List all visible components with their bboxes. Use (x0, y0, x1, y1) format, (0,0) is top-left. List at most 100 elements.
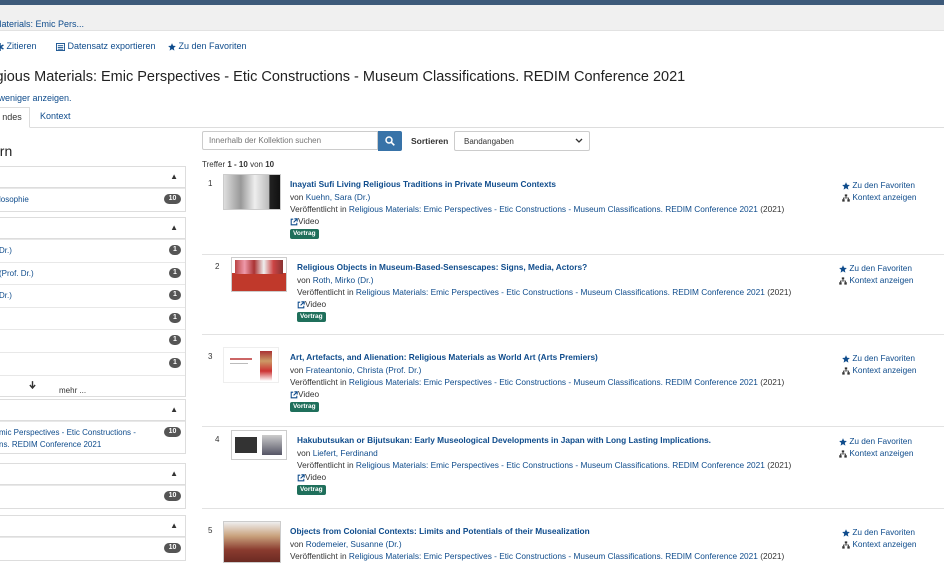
facet-item[interactable]: 1 (0, 351, 185, 375)
facet-item[interactable]: 1 (0, 306, 185, 330)
source-link[interactable]: Religious Materials: Emic Perspectives -… (349, 377, 758, 387)
page-title: ligious Materials: Emic Perspectives - E… (0, 69, 686, 85)
author-link[interactable]: Roth, Mirko (Dr.) (313, 275, 374, 285)
facet-header[interactable]: ▲ (0, 218, 185, 239)
format-tag: Vortrag (297, 312, 326, 322)
breadcrumb[interactable]: Materials: Emic Pers... (0, 19, 84, 29)
video-link[interactable]: Video (290, 389, 319, 399)
tab-kontext[interactable]: Kontext (40, 107, 71, 126)
format-tag: Vortrag (297, 485, 326, 495)
result-thumbnail[interactable] (231, 257, 287, 292)
cite-button[interactable]: Zitieren (0, 41, 37, 51)
favorite-link[interactable]: Zu den Favoriten (842, 526, 916, 538)
export-button[interactable]: Datensatz exportieren (56, 41, 156, 51)
facet-item[interactable]: 10 (0, 537, 185, 560)
search-button[interactable] (378, 131, 402, 151)
format-tag: Vortrag (290, 229, 319, 239)
facet-item[interactable]: losophie 10 (0, 188, 185, 211)
favorite-link[interactable]: Zu den Favoriten (842, 179, 916, 191)
context-link[interactable]: Kontext anzeigen (842, 191, 916, 203)
source-link[interactable]: Religious Materials: Emic Perspectives -… (356, 287, 765, 297)
format-tag: Vortrag (290, 402, 319, 412)
result-actions: Zu den Favoriten Kontext anzeigen (842, 352, 916, 376)
star-icon (842, 529, 850, 537)
result-number: 1 (208, 179, 213, 188)
external-link-icon (297, 474, 305, 482)
author-link[interactable]: Kuehn, Sara (Dr.) (306, 192, 371, 202)
facet-header[interactable]: ▲ (0, 516, 185, 537)
collapse-icon[interactable]: ▲ (170, 521, 178, 530)
arrow-down-icon (29, 381, 36, 390)
result-title[interactable]: Religious Objects in Museum-Based-Senses… (297, 262, 587, 272)
favorite-label: Zu den Favoriten (178, 41, 247, 51)
result-actions: Zu den Favoriten Kontext anzeigen (839, 435, 913, 459)
favorite-link[interactable]: Zu den Favoriten (839, 435, 913, 447)
facet-item[interactable]: mic Perspectives - Etic Constructions - … (0, 421, 185, 453)
result-number: 3 (208, 352, 213, 361)
video-link[interactable]: Video (297, 299, 326, 309)
facet-item[interactable]: Dr.) 1 (0, 284, 185, 307)
result-title[interactable]: Objects from Colonial Contexts: Limits a… (290, 526, 590, 536)
collapse-icon[interactable]: ▲ (170, 405, 178, 414)
result-actions: Zu den Favoriten Kontext anzeigen (842, 179, 916, 203)
facet-header[interactable]: ▲ (0, 167, 185, 188)
result-thumbnail[interactable] (223, 347, 279, 383)
result-title[interactable]: Inayati Sufi Living Religious Traditions… (290, 179, 556, 189)
collection-search-input[interactable] (202, 131, 378, 150)
sort-value: Bandangaben (464, 137, 514, 146)
sort-label: Sortieren (411, 136, 449, 146)
context-link[interactable]: Kontext anzeigen (842, 364, 916, 376)
result-divider (202, 508, 944, 509)
result-thumbnail[interactable] (231, 430, 287, 460)
result-title[interactable]: Art, Artefacts, and Alienation: Religiou… (290, 352, 598, 362)
sitemap-icon (839, 277, 847, 285)
source-link[interactable]: Religious Materials: Emic Perspectives -… (356, 460, 765, 470)
context-link[interactable]: Kontext anzeigen (839, 274, 913, 286)
hit-count: Treffer 1 - 10 von 10 (202, 160, 275, 169)
context-link[interactable]: Kontext anzeigen (839, 447, 913, 459)
facet-item[interactable]: (Prof. Dr.) 1 (0, 261, 185, 285)
favorite-button[interactable]: Zu den Favoriten (168, 41, 247, 51)
facet-item[interactable]: 1 (0, 329, 185, 352)
sort-select[interactable]: Bandangaben (454, 131, 590, 151)
source-link[interactable]: Religious Materials: Emic Perspectives -… (349, 551, 758, 561)
author-link[interactable]: Frateantonio, Christa (Prof. Dr.) (306, 365, 422, 375)
star-icon (842, 182, 850, 190)
collapse-icon[interactable]: ▲ (170, 469, 178, 478)
result-actions: Zu den Favoriten Kontext anzeigen (839, 262, 913, 286)
facet-header[interactable]: ▲ (0, 400, 185, 421)
external-link-icon (290, 218, 298, 226)
chevron-down-icon (575, 138, 583, 143)
result-title[interactable]: Hakubutsukan or Bijutsukan: Early Museol… (297, 435, 711, 445)
result-thumbnail[interactable] (223, 174, 281, 210)
context-link[interactable]: Kontext anzeigen (842, 538, 916, 550)
sitemap-icon (842, 367, 850, 375)
count-badge: 10 (164, 543, 181, 553)
author-link[interactable]: Rodemeier, Susanne (Dr.) (306, 539, 402, 549)
star-icon (842, 355, 850, 363)
video-link[interactable]: Video (297, 472, 326, 482)
facet-header[interactable]: ▲ (0, 464, 185, 485)
author-link[interactable]: Liefert, Ferdinand (313, 448, 378, 458)
facet-panel: ▲ losophie 10 (0, 166, 186, 212)
favorite-link[interactable]: Zu den Favoriten (839, 262, 913, 274)
collapse-icon[interactable]: ▲ (170, 223, 178, 232)
count-badge: 1 (169, 335, 181, 346)
result-actions: Zu den Favoriten Kontext anzeigen (842, 526, 916, 550)
asterisk-icon (0, 42, 4, 51)
tab-active[interactable]: ndes (0, 107, 30, 128)
result-number: 4 (215, 435, 220, 444)
facet-item[interactable]: Dr.) 1 (0, 239, 185, 262)
export-label: Datensatz exportieren (67, 41, 156, 51)
collapse-icon[interactable]: ▲ (170, 172, 178, 181)
result-number: 2 (215, 262, 220, 271)
more-less-link[interactable]: r/weniger anzeigen. (0, 93, 72, 103)
facet-item[interactable]: 10 (0, 485, 185, 508)
source-link[interactable]: Religious Materials: Emic Perspectives -… (349, 204, 758, 214)
star-icon (168, 42, 176, 51)
video-link[interactable]: Video (290, 216, 319, 226)
facet-more-button[interactable]: mehr ... (0, 374, 185, 396)
favorite-link[interactable]: Zu den Favoriten (842, 352, 916, 364)
facet-panel: ▲ 10 (0, 463, 186, 509)
result-thumbnail[interactable] (223, 521, 281, 563)
